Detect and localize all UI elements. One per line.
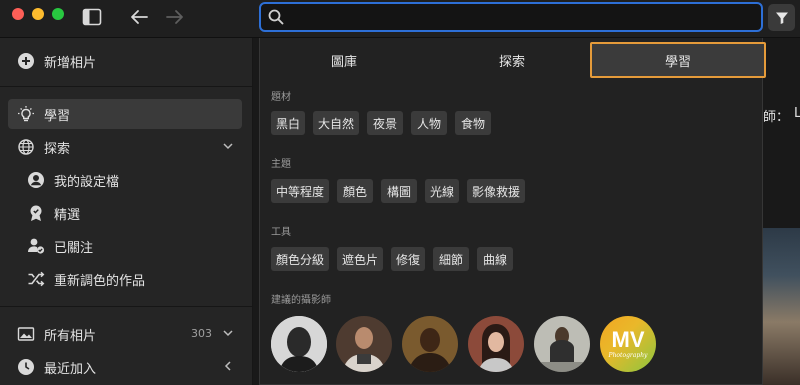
chip-subject[interactable]: 黑白 xyxy=(271,111,305,135)
tools-section-title: 工具 xyxy=(271,227,291,238)
sidebar-item-recently-added-label: 最近加入 xyxy=(44,361,97,377)
topics-section-title: 主題 xyxy=(271,159,291,170)
subjects-section-title: 題材 xyxy=(271,92,291,103)
chip-topic[interactable]: 顏色 xyxy=(337,179,373,203)
add-circle-icon xyxy=(16,51,36,71)
tab-discover-label: 探索 xyxy=(498,54,525,70)
minimize-window-button[interactable] xyxy=(32,8,44,20)
photographer-avatar[interactable] xyxy=(534,316,590,372)
sidebar-toggle-icon xyxy=(82,8,102,26)
lightbulb-icon xyxy=(16,104,36,124)
sidebar: 新增相片 學習 探索 我的設定檔 精選 已關注 重新調色的作品 所有相片 303… xyxy=(0,38,253,385)
chip-tool[interactable]: 遮色片 xyxy=(337,247,383,271)
tab-learn[interactable]: 學習 xyxy=(590,42,766,78)
sidebar-item-recently-added[interactable]: 最近加入 xyxy=(8,352,242,382)
sidebar-item-following[interactable]: 已關注 xyxy=(8,231,242,261)
sidebar-item-remixed[interactable]: 重新調色的作品 xyxy=(8,264,242,294)
award-badge-icon xyxy=(26,203,46,223)
sidebar-item-discover-label: 探索 xyxy=(44,141,71,157)
sidebar-item-remixed-label: 重新調色的作品 xyxy=(54,273,146,289)
sidebar-item-featured[interactable]: 精選 xyxy=(8,198,242,228)
photo-stack-icon xyxy=(16,324,36,344)
add-photo-label: 新增相片 xyxy=(44,55,97,71)
chip-tool[interactable]: 修復 xyxy=(391,247,425,271)
forward-arrow-icon xyxy=(166,10,183,24)
photo-count: 303 xyxy=(191,327,212,340)
sidebar-item-all-photos-label: 所有相片 xyxy=(44,328,97,344)
tab-library-label: 圖庫 xyxy=(330,54,357,70)
back-arrow-icon xyxy=(131,10,148,24)
background-photo xyxy=(761,228,800,385)
chip-subject[interactable]: 人物 xyxy=(411,111,447,135)
filter-button[interactable] xyxy=(768,4,795,31)
sidebar-item-discover[interactable]: 探索 xyxy=(8,132,242,162)
logo-subtext: Photography xyxy=(608,352,648,359)
sidebar-divider xyxy=(0,306,252,307)
search-suggestions-panel: 圖庫 探索 學習 題材 黑白 大自然 夜景 人物 食物 主題 中等程度 顏色 構… xyxy=(259,38,766,385)
partial-header-text: 師： xyxy=(763,110,790,125)
chevron-left-icon[interactable] xyxy=(222,360,234,372)
chevron-down-icon[interactable] xyxy=(222,327,234,339)
chip-tool[interactable]: 顏色分級 xyxy=(271,247,329,271)
sidebar-item-learn-label: 學習 xyxy=(44,108,71,124)
photographer-avatar[interactable] xyxy=(402,316,458,372)
clock-icon xyxy=(16,357,36,377)
search-bar[interactable] xyxy=(259,2,763,32)
photographer-avatar[interactable] xyxy=(336,316,392,372)
forward-button[interactable] xyxy=(162,5,188,29)
globe-icon xyxy=(16,137,36,157)
chip-topic[interactable]: 中等程度 xyxy=(271,179,329,203)
close-window-button[interactable] xyxy=(12,8,24,20)
chip-subject[interactable]: 夜景 xyxy=(367,111,403,135)
person-check-icon xyxy=(26,236,46,256)
chip-subject[interactable]: 食物 xyxy=(455,111,491,135)
add-photo-button[interactable]: 新增相片 xyxy=(8,46,242,76)
chip-topic[interactable]: 光線 xyxy=(425,179,459,203)
photographer-logo-mv[interactable]: MV Photography xyxy=(600,316,656,372)
chip-topic[interactable]: 影像救援 xyxy=(467,179,525,203)
photographer-avatar[interactable] xyxy=(468,316,524,372)
chip-tool[interactable]: 曲線 xyxy=(477,247,513,271)
chip-topic[interactable]: 構圖 xyxy=(381,179,417,203)
photographer-avatar[interactable] xyxy=(271,316,327,372)
tab-learn-label: 學習 xyxy=(664,54,691,70)
zoom-window-button[interactable] xyxy=(52,8,64,20)
partial-header-letter: L xyxy=(794,106,800,121)
sidebar-item-featured-label: 精選 xyxy=(54,207,81,223)
sidebar-item-my-profile-label: 我的設定檔 xyxy=(54,174,120,190)
tab-discover[interactable]: 探索 xyxy=(428,42,596,78)
chip-subject[interactable]: 大自然 xyxy=(313,111,359,135)
title-bar xyxy=(0,0,800,38)
sidebar-item-following-label: 已關注 xyxy=(54,240,94,256)
profile-icon xyxy=(26,170,46,190)
chevron-down-icon[interactable] xyxy=(222,140,234,152)
sidebar-item-my-profile[interactable]: 我的設定檔 xyxy=(8,165,242,195)
logo-text: MV xyxy=(611,327,645,352)
back-button[interactable] xyxy=(126,5,152,29)
tab-library[interactable]: 圖庫 xyxy=(260,42,428,78)
search-input[interactable] xyxy=(291,7,755,29)
shuffle-icon xyxy=(26,269,46,289)
sidebar-divider xyxy=(0,86,252,87)
sidebar-item-all-photos[interactable]: 所有相片 303 xyxy=(8,319,242,349)
photographers-section-title: 建議的攝影師 xyxy=(271,295,331,306)
chip-tool[interactable]: 細節 xyxy=(433,247,469,271)
sidebar-toggle-button[interactable] xyxy=(80,5,104,29)
search-icon xyxy=(268,9,284,25)
filter-icon xyxy=(775,12,788,24)
sidebar-item-learn[interactable]: 學習 xyxy=(8,99,242,129)
